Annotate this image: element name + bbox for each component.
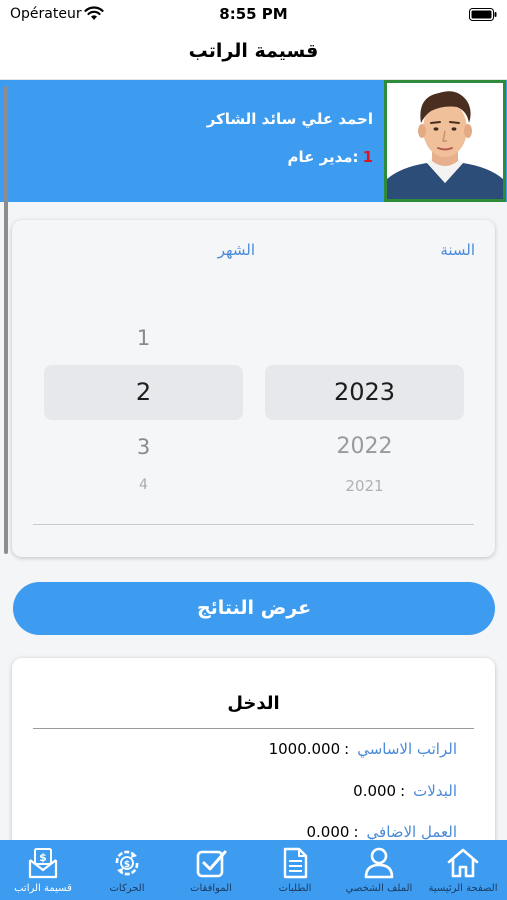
battery-icon (469, 8, 497, 21)
role-number: 1 (362, 148, 373, 166)
income-row: الراتب الاساسي:1000.000 (268, 740, 457, 758)
approvals-icon (196, 850, 227, 878)
income-row-label: البدلات (413, 782, 457, 800)
year-option[interactable]: 2022 (265, 434, 464, 459)
income-row: العمل الاضافي:0.000 (306, 823, 458, 841)
show-results-button[interactable]: عرض النتائج (13, 582, 495, 635)
tab-payslip[interactable]: $ قسيمة الراتب (1, 840, 85, 900)
tab-home[interactable]: الصفحة الرئيسية (421, 840, 505, 900)
home-icon (447, 848, 479, 878)
employee-name: احمد علي سائد الشاكر (206, 110, 373, 128)
clock: 8:55 PM (219, 5, 288, 23)
profile-icon (364, 847, 394, 879)
income-row-label: العمل الاضافي (366, 823, 457, 841)
svg-text:$: $ (39, 851, 47, 864)
tab-profile[interactable]: الملف الشخصي (337, 840, 421, 900)
month-option[interactable]: 3 (44, 435, 243, 459)
year-label: السنة (440, 241, 475, 259)
scroll-indicator[interactable] (4, 86, 8, 554)
income-row-value: 0.000 (306, 823, 350, 841)
date-picker-card: السنة الشهر 1 2 3 4 2023 2022 2021 (12, 220, 495, 557)
picker-divider (33, 524, 474, 525)
year-selected-row[interactable]: 2023 (265, 365, 464, 420)
payslip-screen: Opérateur 8:55 PM قسيمة الراتب احمد علي … (0, 0, 507, 900)
avatar-illustration (387, 83, 503, 199)
tab-transactions[interactable]: $ الحركات (85, 840, 169, 900)
income-title: الدخل (227, 693, 280, 714)
page-title: قسيمة الراتب (188, 40, 319, 62)
month-selected-value: 2 (135, 378, 152, 406)
requests-icon (283, 847, 308, 879)
month-option[interactable]: 1 (44, 326, 243, 350)
tab-label: قسيمة الراتب (14, 883, 72, 894)
svg-text:$: $ (124, 860, 130, 870)
tab-label: الصفحة الرئيسية (428, 883, 498, 894)
tab-requests[interactable]: الطلبات (253, 840, 337, 900)
role-title: :مدير عام (287, 148, 359, 166)
income-row: البدلات:0.000 (353, 782, 457, 800)
month-label: الشهر (217, 241, 255, 259)
income-row-value: 1000.000 (268, 740, 341, 758)
tab-label: الملف الشخصي (345, 883, 413, 894)
income-row-label: الراتب الاساسي (357, 740, 457, 758)
year-option[interactable]: 2021 (265, 477, 464, 495)
avatar (384, 80, 506, 202)
tab-bar: $ قسيمة الراتب $ الحركات الموافقات الطلب… (0, 840, 507, 900)
employee-role: 1:مدير عام (288, 148, 373, 166)
status-bar: Opérateur 8:55 PM (0, 0, 507, 30)
navigation-bar: قسيمة الراتب (0, 30, 507, 80)
tab-label: الحركات (109, 883, 145, 894)
month-selected-row[interactable]: 2 (44, 365, 243, 420)
income-row-value: 0.000 (353, 782, 397, 800)
transactions-icon: $ (115, 850, 139, 876)
payslip-icon: $ (28, 848, 58, 879)
month-option[interactable]: 4 (44, 477, 243, 493)
year-selected-value: 2023 (333, 378, 396, 406)
income-divider (33, 728, 474, 729)
tab-label: الموافقات (190, 883, 232, 894)
tab-approvals[interactable]: الموافقات (169, 840, 253, 900)
tab-label: الطلبات (278, 883, 312, 894)
